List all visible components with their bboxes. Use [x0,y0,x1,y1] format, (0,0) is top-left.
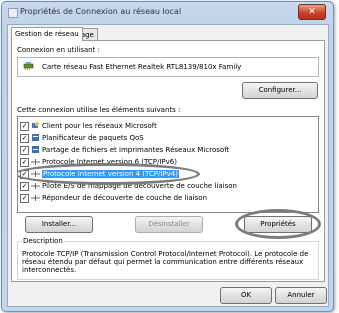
network-adapter-icon [23,62,34,70]
items-label: Cette connexion utilise les éléments sui… [17,106,181,114]
adapter-field: Carte réseau Fast Ethernet Realtek RTL81… [17,57,319,77]
window-title: Propriétés de Connexion au réseau local [20,7,182,16]
title-bar: Propriétés de Connexion au réseau local … [2,2,333,22]
scheduler-icon [32,134,39,141]
highlight-ellipse [235,209,321,239]
network-client-icon [32,122,39,128]
protocol-icon [31,195,40,201]
close-icon: ✕ [308,7,316,17]
components-list[interactable]: ✓ Client pour les réseaux Microsoft ✓ Pl… [17,116,319,213]
description-group: Description Protocole TCP/IP (Transmissi… [17,237,319,280]
tab-networking[interactable]: Gestion de réseau [11,27,83,41]
network-connection-icon [8,8,18,18]
item-checkbox[interactable]: ✓ [20,194,29,203]
dialog-client-area: Gestion de réseau Partage Connexion en u… [7,24,329,307]
item-label: Répondeur de découverte de couche de lia… [42,194,208,202]
connect-using-label: Connexion en utilisant : [17,46,100,54]
protocol-icon [31,183,40,189]
item-label: Partage de fichiers et imprimantes Résea… [42,146,230,154]
networking-tab-panel: Connexion en utilisant : Carte réseau Fa… [11,40,325,282]
item-label: Planificateur de paquets QoS [42,134,144,142]
protocol-icon [31,159,40,165]
item-label: Client pour les réseaux Microsoft [42,122,157,130]
adapter-name: Carte réseau Fast Ethernet Realtek RTL81… [42,63,242,71]
highlight-ellipse [18,163,200,185]
properties-dialog: Propriétés de Connexion au réseau local … [1,1,334,312]
ok-button[interactable]: OK [220,287,272,304]
description-text: Protocole TCP/IP (Transmission Control P… [22,250,309,274]
description-title: Description [22,237,64,245]
cancel-button[interactable]: Annuler [275,287,327,304]
item-checkbox[interactable]: ✓ [20,134,29,143]
item-checkbox[interactable]: ✓ [20,182,29,191]
item-checkbox[interactable]: ✓ [20,146,29,155]
uninstall-button[interactable]: Désinstaller [135,216,203,233]
close-button[interactable]: ✕ [298,4,326,20]
install-button[interactable]: Installer... [25,216,93,233]
item-checkbox[interactable]: ✓ [20,158,29,167]
item-checkbox[interactable]: ✓ [20,122,29,131]
configure-button[interactable]: Configurer... [242,82,318,99]
file-share-icon [32,146,39,153]
